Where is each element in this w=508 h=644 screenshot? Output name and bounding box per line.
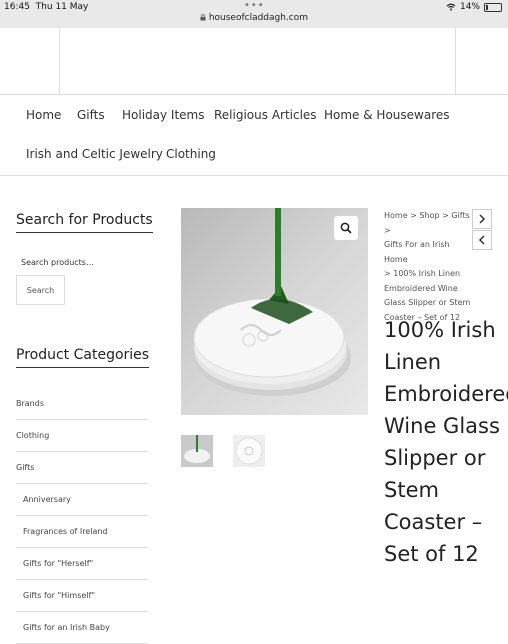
category-item-herself[interactable]: Gifts for "Herself" [16, 548, 148, 580]
battery-icon [484, 2, 502, 12]
header-divider [455, 28, 456, 94]
lock-icon [200, 14, 206, 21]
category-item-clothing[interactable]: Clothing [16, 420, 148, 452]
breadcrumb-separator: > [384, 269, 391, 278]
status-time-date: 16:45 Thu 11 May [4, 2, 89, 12]
search-button[interactable]: Search [16, 275, 65, 305]
product-thumbnail[interactable] [181, 435, 213, 467]
address-bar[interactable]: houseofcladdagh.com [0, 13, 508, 23]
category-item-fragrances[interactable]: Fragrances of Ireland [16, 516, 148, 548]
category-item-irish-baby[interactable]: Gifts for an Irish Baby [16, 612, 148, 644]
battery-percent: 14% [459, 2, 480, 12]
breadcrumb-separator: > [410, 211, 417, 220]
nav-item-clothing[interactable]: Clothing [166, 147, 216, 161]
nav-item-irish-celtic-jewelry[interactable]: Irish and Celtic Jewelry [26, 147, 163, 161]
thumbnail-coaster-glass-image [181, 435, 213, 467]
product-title: 100% Irish Linen Embroidered Wine Glass … [384, 318, 508, 566]
categories-widget-title: Product Categories [16, 347, 150, 368]
previous-product-button[interactable] [472, 230, 492, 250]
main-nav: Home Gifts Holiday Items Religious Artic… [0, 95, 508, 176]
chevron-right-icon [479, 214, 486, 224]
category-item-himself[interactable]: Gifts for "Himself" [16, 580, 148, 612]
breadcrumb-shop[interactable]: Shop [419, 211, 439, 220]
zoom-button[interactable] [334, 216, 358, 240]
header-divider [59, 28, 60, 94]
nav-item-religious-articles[interactable]: Religious Articles [214, 108, 317, 122]
status-bar: 16:45 Thu 11 May ••• houseofcladdagh.com… [0, 0, 508, 28]
nav-item-home[interactable]: Home [26, 108, 61, 122]
more-dots-icon[interactable]: ••• [244, 0, 265, 11]
magnifier-icon [340, 222, 352, 234]
chevron-left-icon [478, 235, 485, 245]
wifi-icon [446, 3, 456, 11]
category-item-gifts[interactable]: Gifts [16, 452, 148, 484]
site-header [0, 28, 508, 95]
category-list: Brands Clothing Gifts Anniversary Fragra… [16, 388, 148, 644]
nav-item-gifts[interactable]: Gifts [77, 108, 105, 122]
nav-item-holiday-items[interactable]: Holiday Items [122, 108, 205, 122]
nav-item-home-housewares[interactable]: Home & Housewares [324, 108, 450, 122]
breadcrumb: Home > Shop > Gifts > Gifts For an Irish… [384, 209, 474, 325]
product-thumbnail[interactable] [233, 435, 265, 467]
thumbnail-coaster-image [233, 435, 265, 467]
search-widget-title: Search for Products [16, 212, 153, 233]
breadcrumb-gifts[interactable]: Gifts [451, 211, 469, 220]
breadcrumb-separator: > [384, 225, 391, 235]
status-indicators: 14% [446, 2, 502, 12]
category-item-anniversary[interactable]: Anniversary [16, 484, 148, 516]
breadcrumb-gifts-home[interactable]: Gifts For an Irish Home [384, 240, 450, 264]
breadcrumb-separator: > [442, 211, 449, 220]
next-product-button[interactable] [472, 209, 492, 229]
breadcrumb-home[interactable]: Home [384, 211, 408, 220]
search-input[interactable]: Search products… [21, 258, 94, 267]
category-item-brands[interactable]: Brands [16, 388, 148, 420]
